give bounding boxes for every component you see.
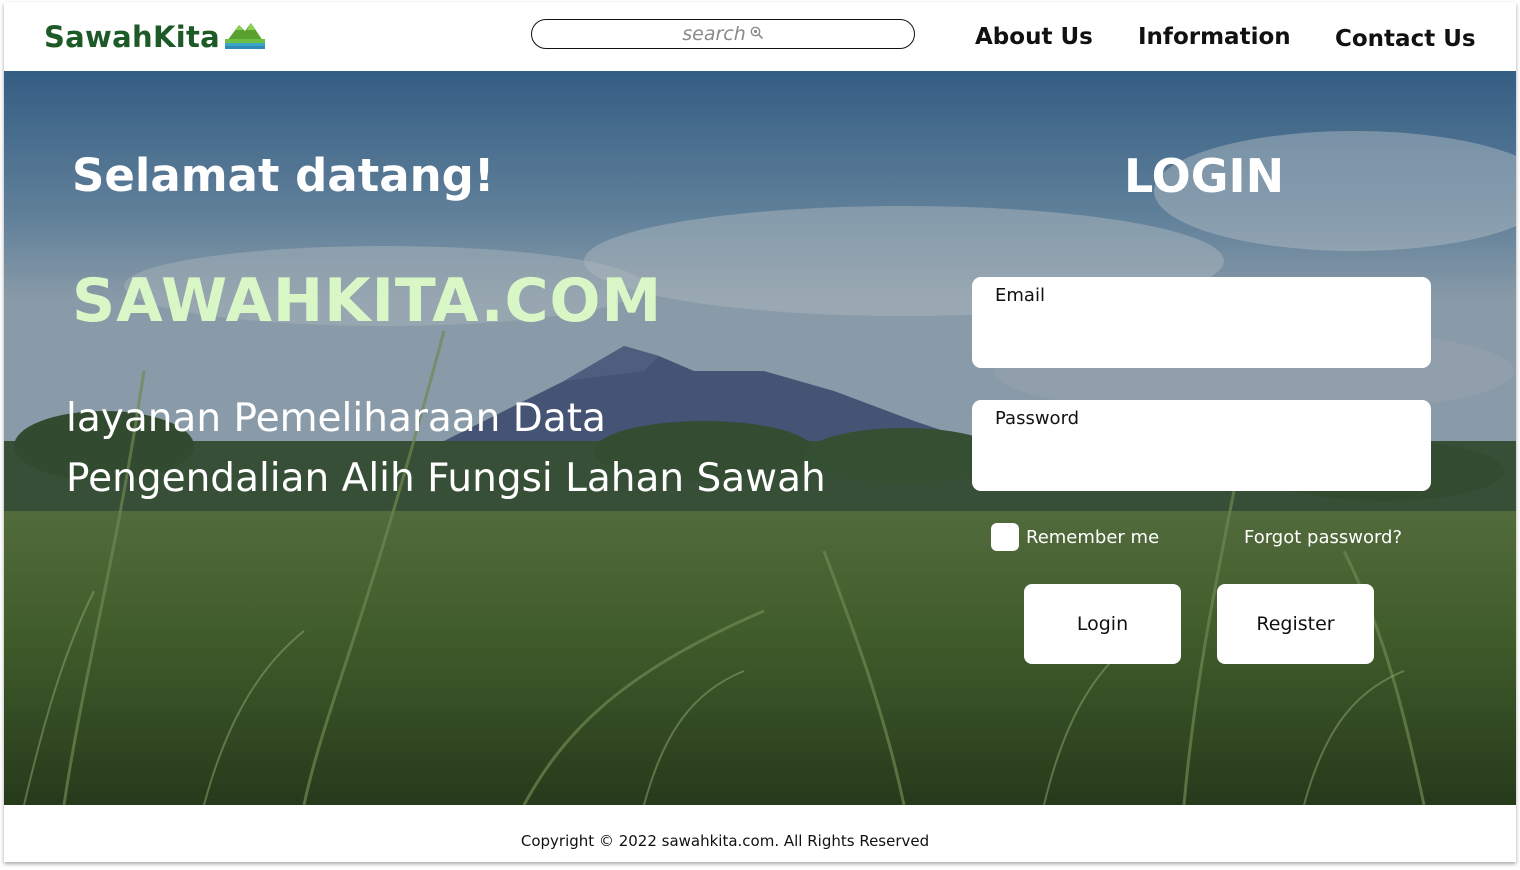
nav-about-us[interactable]: About Us xyxy=(975,24,1093,50)
footer: Copyright © 2022 sawahkita.com. All Righ… xyxy=(4,805,1516,862)
nav-contact-us[interactable]: Contact Us xyxy=(1335,26,1476,52)
register-button[interactable]: Register xyxy=(1217,584,1374,664)
login-button[interactable]: Login xyxy=(1024,584,1181,664)
copyright-text: Copyright © 2022 sawahkita.com. All Righ… xyxy=(520,832,930,850)
remember-me-checkbox[interactable] xyxy=(991,523,1019,551)
top-header: SawahKita search About Us Information Co… xyxy=(4,2,1516,71)
site-logo[interactable]: SawahKita xyxy=(44,19,266,54)
hero-section: Selamat datang! SAWAHKITA.COM layanan Pe… xyxy=(4,71,1516,805)
welcome-heading: Selamat datang! xyxy=(72,149,495,202)
rice-field-landscape-icon xyxy=(225,19,266,53)
logo-text: SawahKita xyxy=(44,20,221,54)
search-bar[interactable]: search xyxy=(531,19,915,49)
password-input[interactable] xyxy=(995,440,1409,478)
password-field[interactable]: Password xyxy=(972,400,1431,491)
email-input[interactable] xyxy=(995,317,1409,355)
search-placeholder: search xyxy=(682,23,746,45)
remember-me-label: Remember me xyxy=(1026,527,1160,548)
forgot-password-link[interactable]: Forgot password? xyxy=(1244,527,1402,548)
password-label: Password xyxy=(995,408,1080,429)
email-label: Email xyxy=(995,285,1045,306)
search-icon[interactable] xyxy=(750,25,764,44)
tagline-line-2: Pengendalian Alih Fungsi Lahan Sawah xyxy=(66,456,826,501)
tagline-line-1: layanan Pemeliharaan Data xyxy=(66,396,606,441)
email-field[interactable]: Email xyxy=(972,277,1431,368)
login-title: LOGIN xyxy=(1124,149,1285,203)
brand-heading: SAWAHKITA.COM xyxy=(72,266,663,336)
page-frame: SawahKita search About Us Information Co… xyxy=(4,2,1516,862)
nav-information[interactable]: Information xyxy=(1138,24,1291,50)
